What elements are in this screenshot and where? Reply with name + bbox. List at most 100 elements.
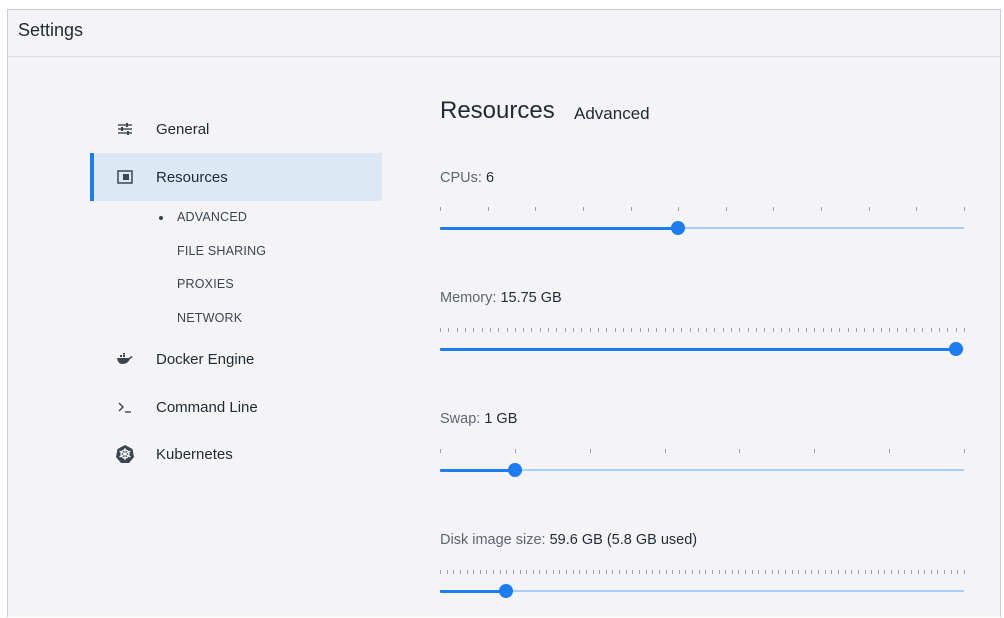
slider-tick [539, 328, 541, 332]
sidebar-item-label: Command Line [156, 398, 258, 416]
slider-tick [955, 328, 957, 332]
slider-thumb[interactable] [507, 463, 522, 477]
slider-fill [440, 227, 678, 230]
slider-tick [917, 570, 919, 574]
slider-tick [778, 570, 780, 574]
slider-fill [440, 590, 507, 593]
slider-tick [606, 328, 608, 332]
slider-tick [664, 328, 666, 332]
slider-tick [725, 207, 727, 211]
slider-tick [814, 328, 816, 332]
slider-thumb[interactable] [499, 584, 514, 598]
sidebar-item-label: Docker Engine [156, 350, 255, 368]
slider-tick [592, 570, 594, 574]
slider-tick [844, 570, 846, 574]
slider-tick [566, 570, 568, 574]
sidebar-item-kubernetes[interactable]: Kubernetes [90, 430, 382, 478]
slider-thumb[interactable] [949, 342, 964, 356]
slider-tick [739, 449, 741, 453]
slider-tick [944, 570, 946, 574]
slider-tick [481, 328, 483, 332]
memory-slider[interactable] [440, 328, 965, 358]
slider-tick [656, 328, 658, 332]
slider-tick [877, 570, 879, 574]
kubernetes-icon [115, 444, 135, 464]
slider-tick [706, 328, 708, 332]
slider-tick [964, 570, 965, 574]
disk-image-size-slider[interactable] [440, 570, 965, 600]
slider-tick [811, 570, 813, 574]
sidebar-item-general[interactable]: General [90, 105, 382, 153]
slider-tick [440, 207, 441, 211]
slider-tick [939, 328, 941, 332]
slider-ticks [440, 207, 965, 213]
subnav-item-file-sharing[interactable]: FILE SHARING [177, 244, 266, 258]
slider-ticks [440, 449, 965, 455]
subnav-item-proxies[interactable]: PROXIES [177, 277, 234, 291]
sidebar-item-label: Resources [156, 168, 228, 186]
slider-tick [630, 207, 632, 211]
slider-thumb[interactable] [670, 221, 685, 235]
slider-tick [692, 570, 694, 574]
slider-tick [905, 328, 907, 332]
slider-tick [556, 328, 558, 332]
slider-tick [864, 328, 866, 332]
disk-image-size-label: Disk image size: 59.6 GB (5.8 GB used) [440, 532, 697, 548]
resource-name: Swap: [440, 411, 481, 427]
slider-tick [678, 207, 680, 211]
slider-tick [937, 570, 939, 574]
sidebar-item-command-line[interactable]: Command Line [90, 383, 382, 431]
slider-tick [738, 570, 740, 574]
subnav-item-advanced[interactable]: ADVANCED [159, 210, 247, 224]
slider-tick [599, 570, 601, 574]
slider-tick [830, 328, 832, 332]
slider-tick [857, 570, 859, 574]
slider-tick [711, 570, 713, 574]
slider-tick [440, 449, 441, 453]
slider-tick [523, 328, 525, 332]
resource-name: Disk image size: [440, 532, 546, 548]
subnav-item-network[interactable]: NETWORK [177, 311, 242, 325]
slider-tick [619, 570, 621, 574]
slider-tick [639, 328, 641, 332]
slider-tick [559, 570, 561, 574]
slider-track [440, 590, 964, 592]
slider-tick [645, 570, 647, 574]
slider-tick [466, 570, 468, 574]
cpus-label: CPUs: 6 [440, 170, 494, 186]
resource-value: 1 GB [484, 411, 518, 427]
slider-tick [546, 570, 548, 574]
resource-value: 6 [485, 170, 495, 186]
sidebar-item-docker-engine[interactable]: Docker Engine [90, 335, 382, 383]
slider-tick [791, 570, 793, 574]
slider-tick [773, 207, 775, 211]
slider-tick [487, 207, 489, 211]
window-title: Settings [18, 20, 84, 40]
slider-tick [678, 570, 680, 574]
slider-tick [950, 570, 952, 574]
terminal-icon [115, 397, 135, 417]
memory-label: Memory: 15.75 GB [440, 290, 562, 306]
slider-tick [664, 449, 666, 453]
whale-icon [115, 349, 135, 369]
sidebar-item-resources[interactable]: Resources [90, 153, 382, 201]
slider-tick [914, 328, 916, 332]
slider-tick [685, 570, 687, 574]
slider-tick [822, 328, 824, 332]
slider-tick [440, 570, 441, 574]
slider-tick [440, 328, 441, 332]
resource-value: 15.75 GB [500, 290, 562, 306]
cpus-slider[interactable] [440, 207, 965, 237]
slider-tick [889, 449, 891, 453]
slider-tick [612, 570, 614, 574]
slider-tick [930, 328, 932, 332]
slider-tick [506, 570, 508, 574]
swap-slider[interactable] [440, 449, 965, 479]
slider-tick [824, 570, 826, 574]
slider-tick [764, 328, 766, 332]
slider-tick [652, 570, 654, 574]
slider-tick [552, 570, 554, 574]
slider-tick [532, 570, 534, 574]
resource-name: Memory: [440, 290, 497, 306]
slider-tick [564, 328, 566, 332]
